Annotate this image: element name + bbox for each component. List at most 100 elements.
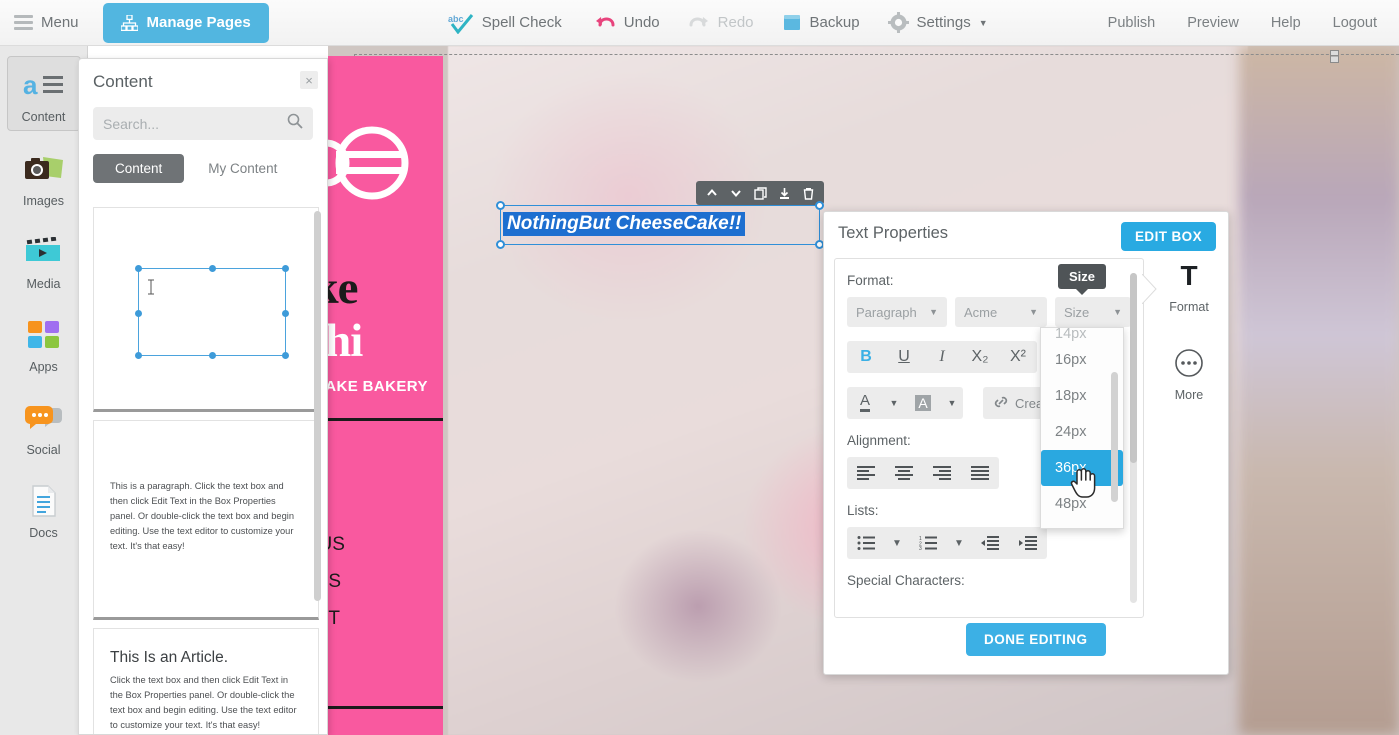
site-pink-column: ake othi CAKE BAKERY T US CES ACT 77777 [328, 56, 443, 735]
sidebar-label: Docs [29, 526, 57, 540]
text-style-buttons: B U I X₂ X² [847, 341, 1037, 373]
paragraph-select-value: Paragraph [856, 305, 917, 320]
align-center-button[interactable] [885, 457, 923, 489]
done-editing-button[interactable]: DONE EDITING [966, 623, 1106, 656]
list-item[interactable] [93, 207, 319, 412]
redo-button[interactable]: Redo [674, 0, 768, 46]
italic-button[interactable]: I [923, 341, 961, 373]
search-icon[interactable] [287, 113, 303, 134]
sidebar-item-content[interactable]: a Content [7, 56, 81, 131]
subscript-button[interactable]: X₂ [961, 341, 999, 373]
more-tool[interactable]: More [1174, 348, 1204, 402]
sidebar-item-docs[interactable]: Docs [7, 473, 81, 546]
text-cursor-icon [147, 279, 155, 295]
more-dots-icon [1174, 348, 1204, 383]
publish-button[interactable]: Publish [1092, 15, 1172, 31]
chevron-down-icon[interactable]: ▼ [885, 527, 909, 559]
bold-button[interactable]: B [847, 341, 885, 373]
tab-my-content[interactable]: My Content [186, 154, 299, 183]
size-dropdown-scrollbar[interactable] [1111, 372, 1118, 502]
search-box[interactable] [93, 107, 313, 140]
sidebar-item-social[interactable]: Social [7, 390, 81, 463]
color-buttons: A ▼ A ▼ [847, 387, 963, 419]
preview-button[interactable]: Preview [1171, 15, 1255, 31]
site-nav-item[interactable]: T US [328, 526, 443, 563]
resize-handle[interactable] [496, 201, 505, 210]
list-item[interactable]: This is a paragraph. Click the text box … [93, 420, 319, 620]
ruler-handle-icon[interactable] [1330, 50, 1339, 63]
settings-button[interactable]: Settings ▼ [874, 0, 1002, 46]
selected-text-content[interactable]: NothingBut CheeseCake!! [503, 212, 745, 236]
site-nav-item[interactable]: ACT [328, 600, 443, 637]
paragraph-select[interactable]: Paragraph ▼ [847, 297, 947, 327]
delete-icon[interactable] [797, 182, 819, 204]
images-icon [23, 149, 65, 189]
size-select[interactable]: Size ▼ [1055, 297, 1131, 327]
search-input[interactable] [103, 116, 287, 132]
selected-text-box[interactable]: NothingBut CheeseCake!! [500, 205, 820, 245]
settings-label: Settings [917, 14, 971, 31]
undo-button[interactable]: Undo [580, 0, 674, 46]
format-tool[interactable]: T Format [1169, 260, 1209, 314]
text-color-button[interactable]: A [847, 387, 883, 419]
edit-box-button[interactable]: EDIT BOX [1121, 222, 1216, 251]
spell-check-label: Spell Check [482, 14, 562, 31]
site-nav[interactable]: T US CES ACT [328, 526, 443, 637]
left-sidebar: a Content Images Media Apps Soc [0, 46, 88, 735]
backup-button[interactable]: Backup [768, 0, 874, 46]
size-option-14[interactable]: 14px [1041, 328, 1123, 342]
redo-label: Redo [718, 14, 754, 31]
resize-handle[interactable] [815, 201, 824, 210]
size-dropdown-list[interactable]: 14px 16px 18px 24px 36px 48px [1040, 327, 1124, 529]
chevron-down-icon: ▼ [1029, 307, 1038, 317]
tab-content[interactable]: Content [93, 154, 184, 183]
backup-icon [782, 13, 802, 33]
svg-text:3: 3 [919, 546, 922, 550]
align-right-button[interactable] [923, 457, 961, 489]
manage-pages-button[interactable]: Manage Pages [103, 3, 269, 43]
sidebar-label: Images [23, 194, 64, 208]
text-properties-side-tools: T Format More [1154, 260, 1224, 402]
download-icon[interactable] [773, 182, 795, 204]
chevron-down-icon[interactable]: ▼ [883, 387, 905, 419]
content-card-list[interactable]: This is a paragraph. Click the text box … [93, 207, 319, 734]
sidebar-item-apps[interactable]: Apps [7, 307, 81, 380]
site-nav-item[interactable]: CES [328, 563, 443, 600]
close-icon[interactable]: × [300, 71, 318, 89]
resize-handle[interactable] [496, 240, 505, 249]
logout-button[interactable]: Logout [1317, 15, 1399, 31]
font-select[interactable]: Acme ▼ [955, 297, 1047, 327]
underline-button[interactable]: U [885, 341, 923, 373]
duplicate-icon[interactable] [749, 182, 771, 204]
create-link-label: Crea [1015, 396, 1043, 411]
selected-box-toolbar[interactable] [696, 181, 824, 205]
content-panel-scrollbar[interactable] [314, 211, 321, 601]
format-selects-row: Paragraph ▼ Acme ▼ Size ▼ [847, 297, 1143, 327]
apps-icon [27, 315, 61, 355]
increase-indent-button[interactable] [1009, 527, 1047, 559]
chevron-down-icon[interactable]: ▼ [947, 527, 971, 559]
numbered-list-button[interactable]: 123 [909, 527, 947, 559]
sidebar-label: Media [26, 277, 60, 291]
list-buttons: ▼ 123 ▼ [847, 527, 1047, 559]
panel-title: Content [93, 72, 153, 92]
move-up-icon[interactable] [701, 182, 723, 204]
sidebar-item-images[interactable]: Images [7, 141, 81, 214]
text-properties-scrollbar[interactable] [1130, 273, 1137, 603]
highlight-color-button[interactable]: A [905, 387, 941, 419]
menu-button[interactable]: Menu [0, 0, 93, 46]
gear-icon [888, 12, 909, 33]
align-justify-button[interactable] [961, 457, 999, 489]
spell-check-button[interactable]: abc Spell Check [434, 0, 576, 46]
align-left-button[interactable] [847, 457, 885, 489]
content-icon: a [23, 65, 65, 105]
move-down-icon[interactable] [725, 182, 747, 204]
superscript-button[interactable]: X² [999, 341, 1037, 373]
decrease-indent-button[interactable] [971, 527, 1009, 559]
more-tool-label: More [1175, 388, 1203, 402]
bulleted-list-button[interactable] [847, 527, 885, 559]
sidebar-item-media[interactable]: Media [7, 224, 81, 297]
help-button[interactable]: Help [1255, 15, 1317, 31]
chevron-down-icon[interactable]: ▼ [941, 387, 963, 419]
list-item[interactable]: This Is an Article. Click the text box a… [93, 628, 319, 734]
